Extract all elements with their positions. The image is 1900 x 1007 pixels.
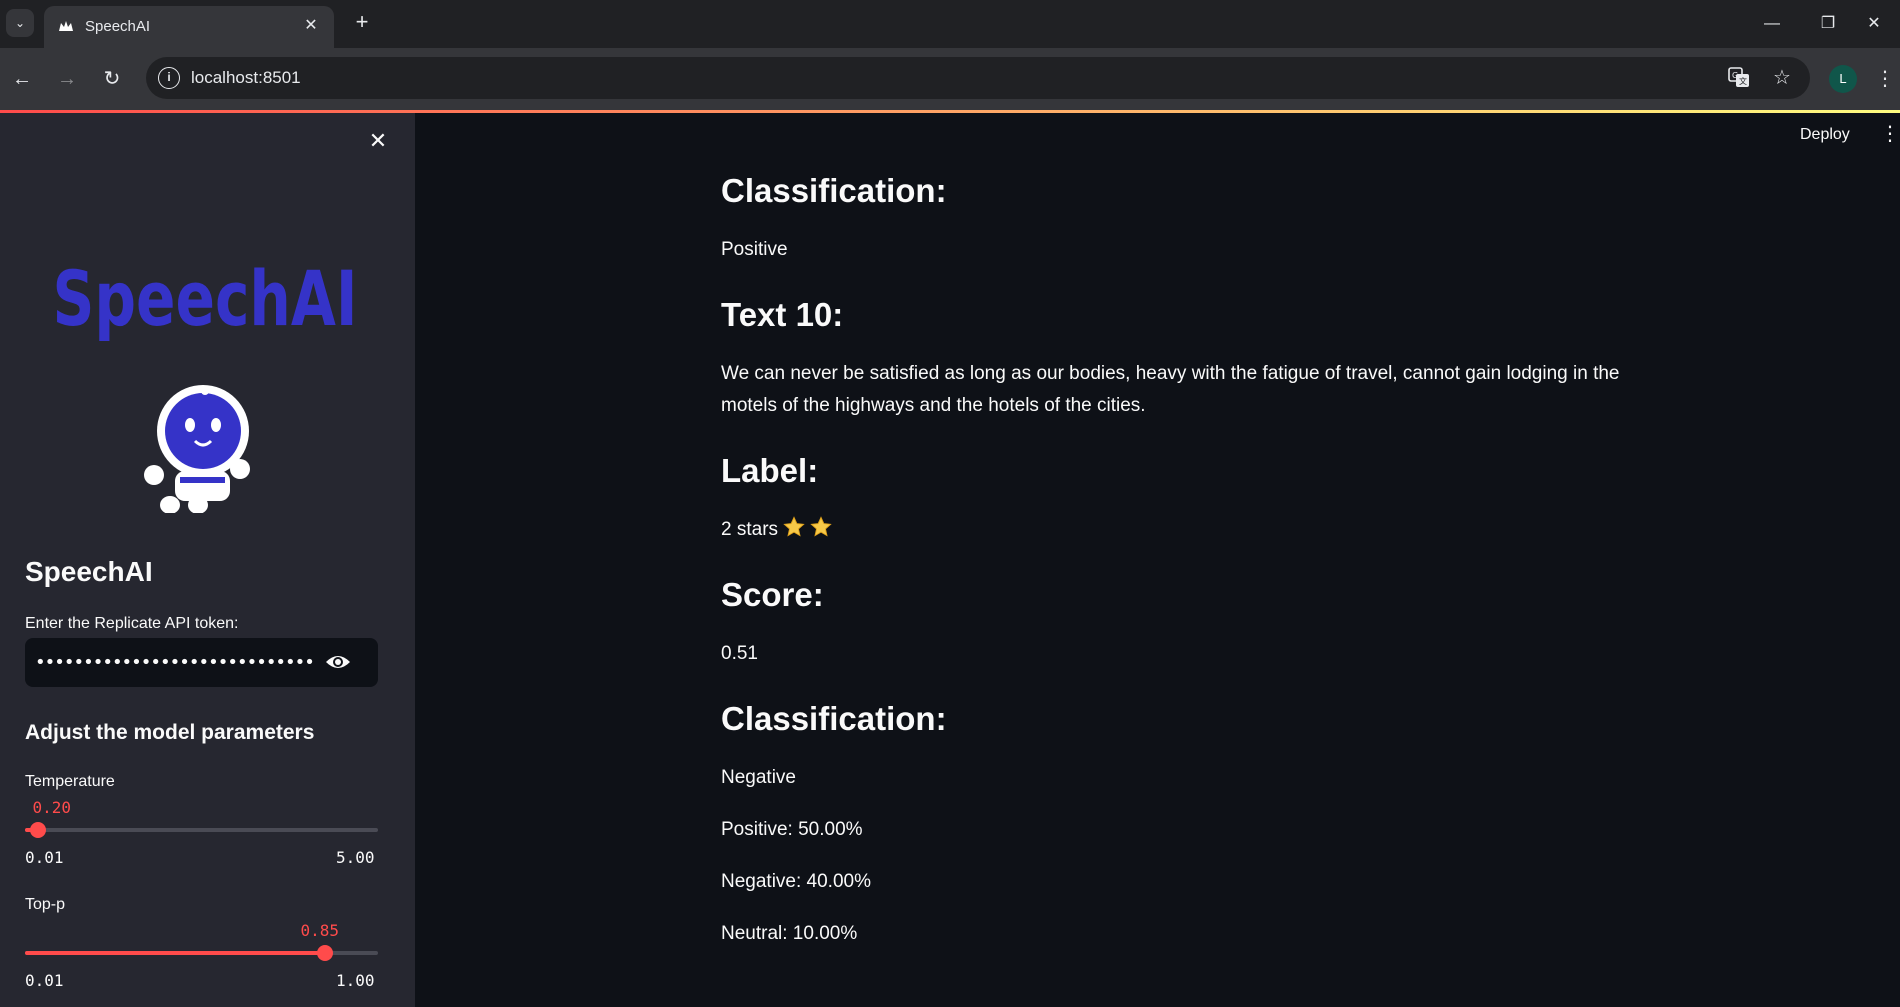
main-menu-icon[interactable]: ⋮ [1880,122,1900,146]
streamlit-crown-icon [59,21,73,31]
back-icon[interactable]: ← [8,65,36,93]
forward-icon[interactable]: → [53,65,81,93]
sidebar: ✕ SpeechAI SpeechAI Enter the Replicate … [0,113,415,1007]
params-header: Adjust the model parameters [25,721,315,744]
text-heading: Text 10: [721,296,844,333]
classification-value-2: Negative [721,767,796,788]
positive-percentage: Positive: 50.00% [721,819,863,840]
svg-text:文: 文 [1739,76,1747,86]
top-p-slider-fill [25,951,325,955]
profile-avatar[interactable]: L [1829,65,1857,93]
star-icon [810,516,832,537]
deploy-button[interactable]: Deploy [1800,126,1850,144]
temperature-value: 0.20 [32,798,71,817]
temperature-min: 0.01 [25,848,64,867]
tab-search-chevron-icon[interactable]: ⌄ [6,9,34,37]
classification-heading: Classification: [721,172,947,209]
site-info-icon[interactable]: i [158,67,180,89]
top-p-slider[interactable] [25,945,378,961]
score-heading: Score: [721,576,824,613]
browser-toolbar: ← → ↻ i localhost:8501 G文 ☆ L ⋮ [0,48,1900,110]
translate-icon[interactable]: G文 [1727,66,1751,90]
star-rating [778,516,832,540]
streamlit-app: ✕ SpeechAI SpeechAI Enter the Replicate … [0,110,1900,1007]
label-heading: Label: [721,452,819,489]
speechai-logo: SpeechAI [53,254,358,513]
temperature-slider[interactable] [25,822,378,838]
sidebar-close-icon[interactable]: ✕ [366,129,390,153]
star-icon [783,516,805,537]
temperature-label: Temperature [25,773,115,790]
label-text: 2 stars [721,519,779,540]
robot-mascot-icon [144,385,250,513]
show-password-icon[interactable] [325,652,351,672]
minimize-icon[interactable]: — [1760,12,1784,36]
window-close-icon[interactable]: ✕ [1862,12,1886,36]
top-p-slider-thumb[interactable] [316,945,333,961]
top-p-max: 1.00 [336,971,375,990]
token-label: Enter the Replicate API token: [25,615,239,632]
classification-value: Positive [721,239,788,260]
tab-title: SpeechAI [85,18,151,35]
neutral-percentage: Neutral: 10.00% [721,923,858,944]
browser-menu-icon[interactable]: ⋮ [1875,65,1895,93]
restore-icon[interactable]: ❐ [1816,12,1840,36]
sidebar-title: SpeechAI [25,556,153,587]
negative-percentage: Negative: 40.00% [721,871,871,892]
logo-wordmark: SpeechAI [53,254,358,343]
token-field [25,638,378,687]
bookmark-star-icon[interactable]: ☆ [1770,66,1794,90]
tab-close-icon[interactable]: ✕ [300,15,322,37]
new-tab-icon[interactable]: + [350,11,374,35]
temperature-max: 5.00 [336,848,375,867]
address-bar[interactable]: i localhost:8501 G文 ☆ [146,57,1810,99]
top-p-value: 0.85 [300,921,340,940]
token-input[interactable] [35,638,315,687]
classification-heading-2: Classification: [721,700,947,737]
text-body: We can never be satisfied as long as our… [721,363,1620,416]
url-text[interactable]: localhost:8501 [191,68,301,88]
browser-tab[interactable]: SpeechAI ✕ [44,6,334,48]
svg-text:G: G [1732,71,1738,80]
temperature-slider-thumb[interactable] [30,822,47,838]
label-value: 2 stars [721,514,832,546]
top-p-label: Top-p [25,896,66,913]
top-p-min: 0.01 [25,971,64,990]
reload-icon[interactable]: ↻ [98,65,126,93]
score-value: 0.51 [721,643,758,664]
browser-tab-bar: ⌄ SpeechAI ✕ + — ❐ ✕ [0,0,1900,48]
